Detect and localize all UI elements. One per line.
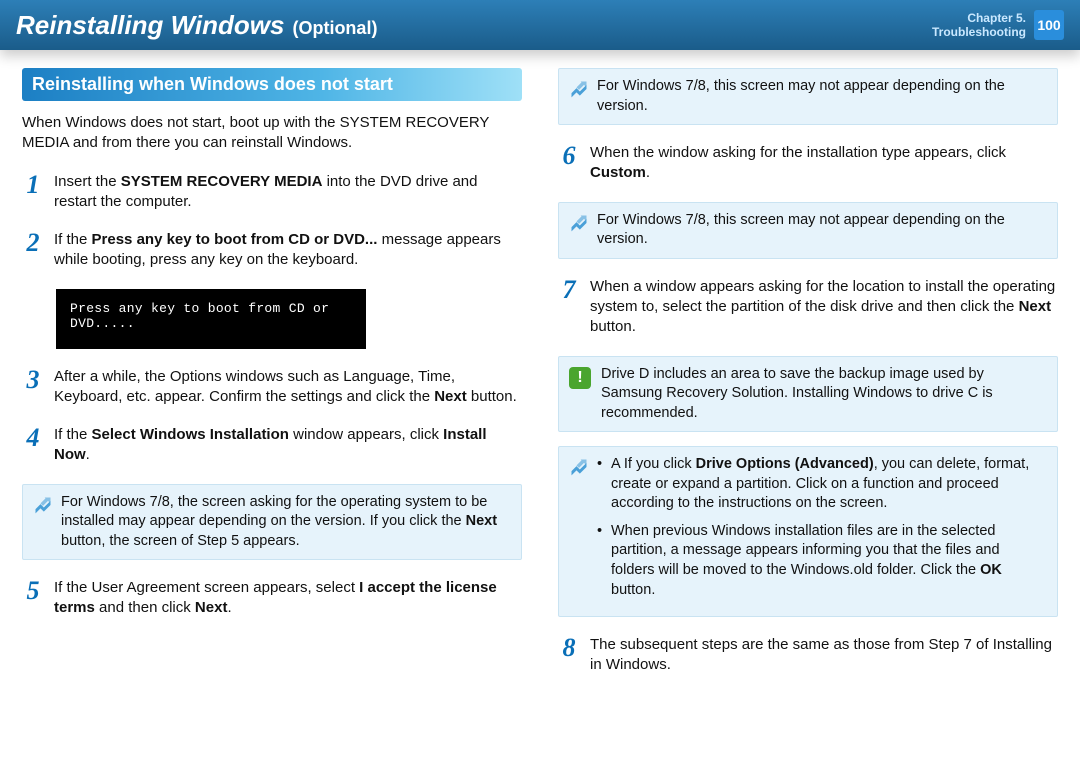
step-body: The subsequent steps are the same as tho… bbox=[590, 635, 1058, 676]
chapter-line1: Chapter 5. bbox=[932, 11, 1026, 25]
step-number: 7 bbox=[558, 277, 580, 338]
alert-body: Drive D includes an area to save the bac… bbox=[601, 365, 1047, 424]
bold-text: Next bbox=[1019, 298, 1052, 315]
step-body: If the Select Windows Installation windo… bbox=[54, 425, 522, 466]
text: window appears, click bbox=[289, 426, 443, 443]
step-body: When a window appears asking for the loc… bbox=[590, 277, 1058, 338]
step-7: 7 When a window appears asking for the l… bbox=[558, 277, 1058, 338]
text: For Windows 7/8, the screen asking for t… bbox=[61, 494, 487, 530]
note-bullets: A If you click Drive Options (Advanced),… bbox=[558, 446, 1058, 617]
page-title-sub: (Optional) bbox=[292, 18, 377, 39]
page-title-main: Reinstalling Windows bbox=[16, 10, 284, 41]
intro-paragraph: When Windows does not start, boot up wit… bbox=[22, 113, 522, 154]
step-number: 6 bbox=[558, 143, 580, 184]
step-5: 5 If the User Agreement screen appears, … bbox=[22, 578, 522, 619]
step-number: 3 bbox=[22, 367, 44, 408]
step-body: Insert the SYSTEM RECOVERY MEDIA into th… bbox=[54, 172, 522, 213]
text: . bbox=[646, 164, 650, 181]
chapter-label: Chapter 5. Troubleshooting bbox=[932, 11, 1026, 40]
step-body: When the window asking for the installat… bbox=[590, 143, 1058, 184]
step-number: 4 bbox=[22, 425, 44, 466]
step-number: 2 bbox=[22, 230, 44, 271]
text: A If you click bbox=[611, 456, 696, 472]
list-item: When previous Windows installation files… bbox=[597, 522, 1047, 600]
list-item: A If you click Drive Options (Advanced),… bbox=[597, 455, 1047, 514]
step-4: 4 If the Select Windows Installation win… bbox=[22, 425, 522, 466]
alert-icon: ! bbox=[569, 367, 591, 389]
text: When a window appears asking for the loc… bbox=[590, 278, 1055, 315]
note-icon bbox=[569, 213, 589, 233]
bold-text: Next bbox=[466, 513, 497, 529]
text: Insert the bbox=[54, 173, 121, 190]
step-number: 8 bbox=[558, 635, 580, 676]
step-body: After a while, the Options windows such … bbox=[54, 367, 522, 408]
note-body: For Windows 7/8, the screen asking for t… bbox=[61, 493, 511, 552]
note-step4: For Windows 7/8, the screen asking for t… bbox=[22, 484, 522, 561]
text: If the User Agreement screen appears, se… bbox=[54, 579, 359, 596]
bold-text: Drive Options (Advanced) bbox=[696, 456, 874, 472]
bold-text: Next bbox=[195, 599, 228, 616]
bold-text: Select Windows Installation bbox=[92, 426, 289, 443]
text: . bbox=[227, 599, 231, 616]
header-title-group: Reinstalling Windows (Optional) bbox=[16, 10, 377, 41]
text: button. bbox=[590, 318, 636, 335]
alert-drive-d: ! Drive D includes an area to save the b… bbox=[558, 356, 1058, 433]
text: button. bbox=[467, 388, 517, 405]
bold-text: Press any key to boot from CD or DVD... bbox=[92, 231, 378, 248]
note-body: For Windows 7/8, this screen may not app… bbox=[597, 77, 1047, 116]
note-step5b: For Windows 7/8, this screen may not app… bbox=[558, 68, 1058, 125]
step-6: 6 When the window asking for the install… bbox=[558, 143, 1058, 184]
chapter-line2: Troubleshooting bbox=[932, 25, 1026, 39]
content-columns: Reinstalling when Windows does not start… bbox=[0, 68, 1080, 694]
note-icon bbox=[569, 457, 589, 477]
text: When the window asking for the installat… bbox=[590, 144, 1006, 161]
text: If the bbox=[54, 426, 92, 443]
step-8: 8 The subsequent steps are the same as t… bbox=[558, 635, 1058, 676]
note-bullet-list: A If you click Drive Options (Advanced),… bbox=[597, 455, 1047, 608]
note-icon bbox=[33, 495, 53, 515]
step-number: 1 bbox=[22, 172, 44, 213]
step-3: 3 After a while, the Options windows suc… bbox=[22, 367, 522, 408]
text: If the bbox=[54, 231, 92, 248]
text: When previous Windows installation files… bbox=[611, 523, 1000, 578]
note-body: For Windows 7/8, this screen may not app… bbox=[597, 211, 1047, 250]
page-number-badge: 100 bbox=[1034, 10, 1064, 40]
bold-text: OK bbox=[980, 562, 1002, 578]
bold-text: Next bbox=[434, 388, 467, 405]
step-number: 5 bbox=[22, 578, 44, 619]
bold-text: Custom bbox=[590, 164, 646, 181]
left-column: Reinstalling when Windows does not start… bbox=[22, 68, 522, 694]
text: and then click bbox=[95, 599, 195, 616]
step-1: 1 Insert the SYSTEM RECOVERY MEDIA into … bbox=[22, 172, 522, 213]
note-step6b: For Windows 7/8, this screen may not app… bbox=[558, 202, 1058, 259]
text: . bbox=[86, 446, 90, 463]
header-meta: Chapter 5. Troubleshooting 100 bbox=[932, 10, 1064, 40]
step-body: If the User Agreement screen appears, se… bbox=[54, 578, 522, 619]
text: button, the screen of Step 5 appears. bbox=[61, 533, 300, 549]
right-column: For Windows 7/8, this screen may not app… bbox=[558, 68, 1058, 694]
step-body: If the Press any key to boot from CD or … bbox=[54, 230, 522, 271]
section-heading: Reinstalling when Windows does not start bbox=[22, 68, 522, 101]
note-icon bbox=[569, 79, 589, 99]
text: button. bbox=[611, 582, 655, 598]
page-header: Reinstalling Windows (Optional) Chapter … bbox=[0, 0, 1080, 50]
bold-text: SYSTEM RECOVERY MEDIA bbox=[121, 173, 323, 190]
text: After a while, the Options windows such … bbox=[54, 368, 455, 405]
step-2: 2 If the Press any key to boot from CD o… bbox=[22, 230, 522, 271]
boot-prompt-image: Press any key to boot from CD or DVD....… bbox=[56, 289, 366, 349]
